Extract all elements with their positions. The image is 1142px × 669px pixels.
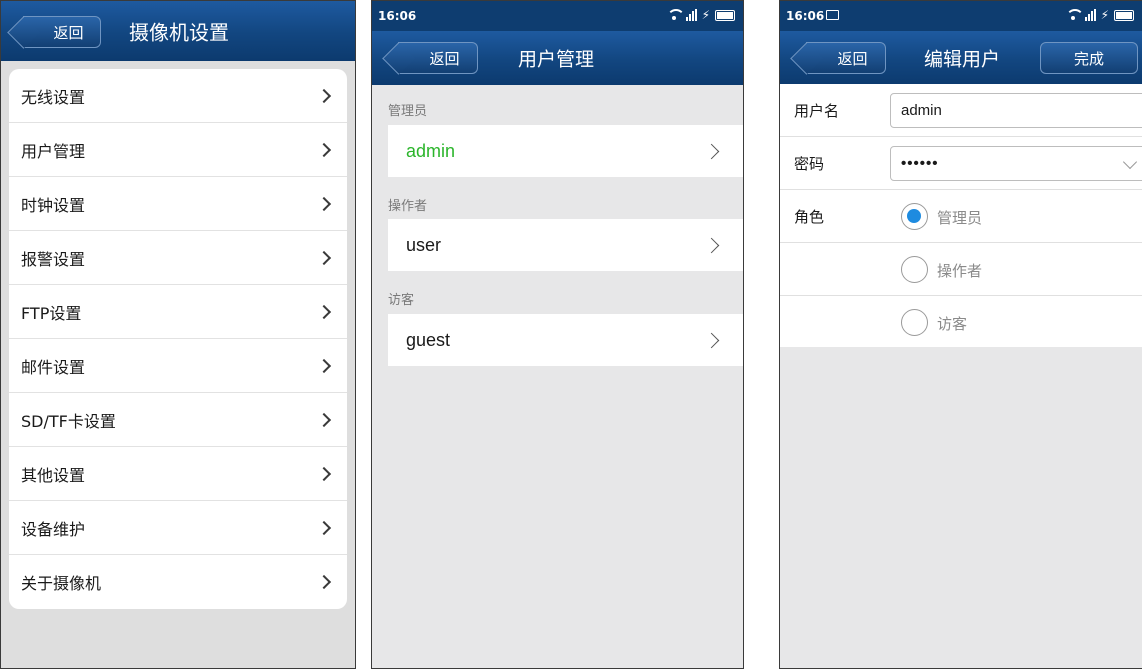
camera-settings-screen: 返回 摄像机设置 无线设置 用户管理 时钟设置 报警设置 FTP设置 邮件设置 …	[0, 0, 356, 669]
charging-icon: ⚡	[1100, 8, 1109, 22]
back-button[interactable]: 返回	[806, 42, 886, 74]
back-button[interactable]: 返回	[398, 42, 478, 74]
back-button-label: 返回	[53, 23, 84, 42]
section-label-operator: 操作者	[388, 199, 428, 214]
battery-icon	[715, 9, 735, 21]
password-row: 密码 ••••••	[780, 137, 1142, 190]
section-label-admin: 管理员	[388, 104, 428, 119]
username-value: admin	[901, 102, 942, 119]
chevron-right-icon	[316, 88, 332, 103]
user-name: admin	[406, 140, 456, 161]
status-time: 16:06	[378, 9, 417, 23]
password-input[interactable]: ••••••	[890, 146, 1142, 181]
menu-item-mail[interactable]: 邮件设置	[9, 339, 347, 393]
menu-item-alarm[interactable]: 报警设置	[9, 231, 347, 285]
password-label: 密码	[794, 155, 825, 173]
menu-item-maintenance[interactable]: 设备维护	[9, 501, 347, 555]
chevron-down-icon[interactable]	[1122, 154, 1138, 170]
menu-item-label: 其他设置	[21, 465, 86, 485]
navbar: 返回 用户管理	[372, 31, 743, 85]
role-label: 角色	[794, 208, 825, 226]
menu-item-label: 无线设置	[21, 87, 86, 107]
radio-label-admin: 管理员	[937, 209, 983, 227]
menu-item-label: 时钟设置	[21, 195, 86, 215]
user-row-guest[interactable]: guest	[388, 314, 743, 366]
menu-item-about[interactable]: 关于摄像机	[9, 555, 347, 609]
user-name: guest	[406, 329, 451, 350]
menu-item-label: 关于摄像机	[21, 574, 102, 593]
page-title: 摄像机设置	[129, 20, 229, 45]
chevron-right-icon	[316, 250, 332, 265]
done-button-label: 完成	[1073, 49, 1104, 68]
chevron-right-icon	[703, 237, 720, 253]
menu-item-label: 用户管理	[21, 141, 86, 161]
chevron-right-icon	[316, 466, 332, 481]
chevron-right-icon	[703, 143, 720, 159]
menu-item-user-management[interactable]: 用户管理	[9, 123, 347, 177]
chevron-right-icon	[316, 142, 332, 157]
navbar: 返回 摄像机设置	[1, 1, 355, 61]
back-button-label: 返回	[429, 49, 460, 68]
menu-item-label: FTP设置	[21, 303, 82, 323]
menu-item-label: 邮件设置	[21, 357, 86, 377]
menu-item-sd-card[interactable]: SD/TF卡设置	[9, 393, 347, 447]
chevron-right-icon	[703, 332, 720, 348]
settings-menu: 无线设置 用户管理 时钟设置 报警设置 FTP设置 邮件设置 SD/TF卡设置 …	[9, 69, 347, 609]
done-button[interactable]: 完成	[1040, 42, 1138, 74]
radio-label-guest: 访客	[937, 315, 968, 333]
radio-admin[interactable]	[901, 203, 928, 230]
image-notification-icon	[826, 10, 839, 20]
menu-item-other[interactable]: 其他设置	[9, 447, 347, 501]
user-row-user[interactable]: user	[388, 219, 743, 271]
role-row-operator[interactable]: 操作者	[780, 243, 1142, 296]
username-input[interactable]: admin	[890, 93, 1142, 128]
status-time: 16:06	[786, 9, 825, 23]
menu-item-clock[interactable]: 时钟设置	[9, 177, 347, 231]
radio-operator[interactable]	[901, 256, 928, 283]
battery-icon	[1114, 9, 1134, 21]
menu-item-wireless[interactable]: 无线设置	[9, 69, 347, 123]
edit-user-form: 用户名 admin 密码 •••••• 角色 管理员 操作者 访客	[780, 84, 1142, 347]
username-row: 用户名 admin	[780, 84, 1142, 137]
menu-item-label: 设备维护	[21, 519, 86, 539]
username-label: 用户名	[794, 102, 840, 120]
charging-icon: ⚡	[701, 8, 710, 22]
back-button[interactable]: 返回	[23, 16, 101, 48]
user-management-screen: 16:06 ⚡ 返回 用户管理 管理员 admin 操作者 user 访客 gu…	[371, 0, 744, 669]
navbar: 返回 编辑用户 完成	[780, 31, 1142, 85]
menu-item-label: SD/TF卡设置	[21, 411, 116, 431]
chevron-right-icon	[316, 574, 332, 590]
edit-user-screen: 16:06 ⚡ 返回 编辑用户 完成 用户名 admin 密码 •••••• 角…	[779, 0, 1142, 669]
menu-item-label: 报警设置	[21, 249, 86, 269]
password-value: ••••••	[901, 155, 939, 172]
user-row-admin[interactable]: admin	[388, 125, 743, 177]
signal-icon	[685, 9, 697, 21]
role-row-admin[interactable]: 角色 管理员	[780, 190, 1142, 243]
status-bar: 16:06 ⚡	[372, 1, 743, 31]
menu-item-ftp[interactable]: FTP设置	[9, 285, 347, 339]
chevron-right-icon	[316, 412, 332, 427]
wifi-icon	[666, 9, 685, 21]
radio-label-operator: 操作者	[937, 262, 983, 280]
signal-icon	[1084, 9, 1096, 21]
wifi-icon	[1065, 9, 1084, 21]
back-button-label: 返回	[837, 49, 868, 68]
page-title: 用户管理	[517, 48, 595, 71]
role-row-guest[interactable]: 访客	[780, 296, 1142, 349]
chevron-right-icon	[316, 358, 332, 373]
radio-guest[interactable]	[901, 309, 928, 336]
section-label-guest: 访客	[388, 293, 415, 308]
chevron-right-icon	[316, 304, 332, 319]
chevron-right-icon	[316, 196, 332, 211]
page-title: 编辑用户	[923, 48, 1001, 71]
chevron-right-icon	[316, 520, 332, 535]
user-name: user	[406, 234, 442, 255]
status-bar: 16:06 ⚡	[780, 1, 1142, 31]
